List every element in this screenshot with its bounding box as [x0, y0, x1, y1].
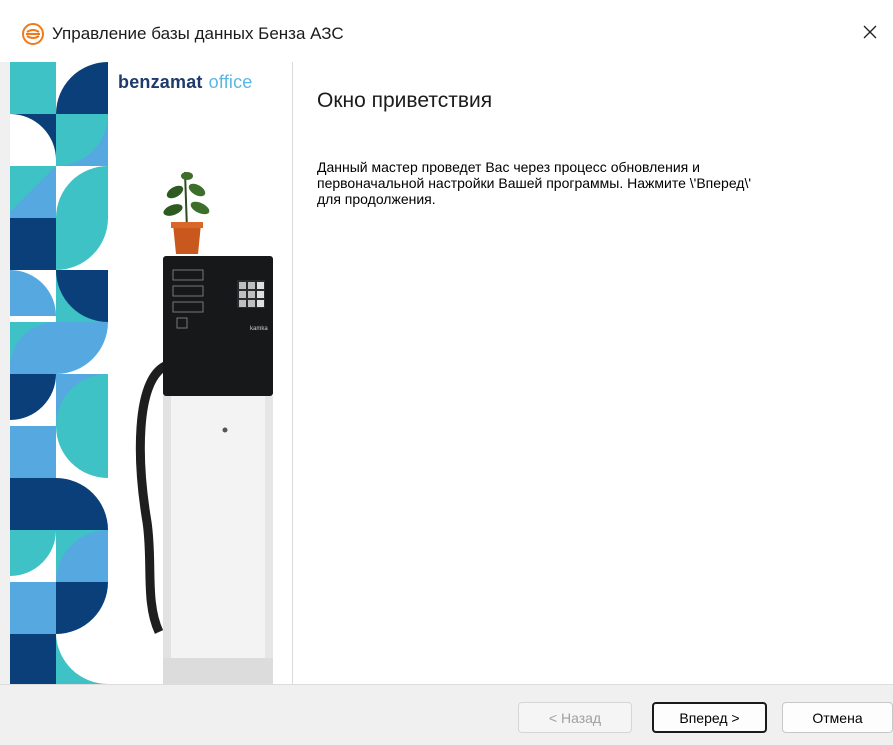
pump-brand-label: kamka: [250, 326, 268, 332]
installer-window: Управление базы данных Бенза АЗС benzama…: [0, 0, 893, 745]
wizard-footer: < Назад Вперед > Отмена: [0, 684, 893, 745]
fuel-dispenser-illustration: kamka: [135, 171, 273, 684]
next-button[interactable]: Вперед >: [652, 702, 767, 733]
plant-illustration: [163, 171, 210, 254]
wizard-content: Окно приветствия Данный мастер проведет …: [293, 62, 893, 684]
close-icon: [863, 25, 877, 39]
decorative-mosaic: [10, 62, 108, 684]
title-bar: Управление базы данных Бенза АЗС: [0, 0, 893, 62]
window-border-left: [0, 62, 10, 744]
close-button[interactable]: [847, 10, 893, 54]
window-title: Управление базы данных Бенза АЗС: [52, 24, 344, 43]
brand-logo-part1: benzamat: [118, 72, 203, 92]
back-button[interactable]: < Назад: [518, 702, 632, 733]
cancel-button[interactable]: Отмена: [782, 702, 893, 733]
brand-logo-part2: office: [208, 72, 253, 92]
wizard-description: Данный мастер проведет Вас через процесс…: [317, 159, 752, 207]
app-icon: [22, 23, 44, 45]
page-title: Окно приветствия: [317, 89, 493, 112]
wizard-side-image: benzamat office kamka: [10, 62, 292, 684]
brand-logo: benzamat office: [118, 72, 253, 93]
